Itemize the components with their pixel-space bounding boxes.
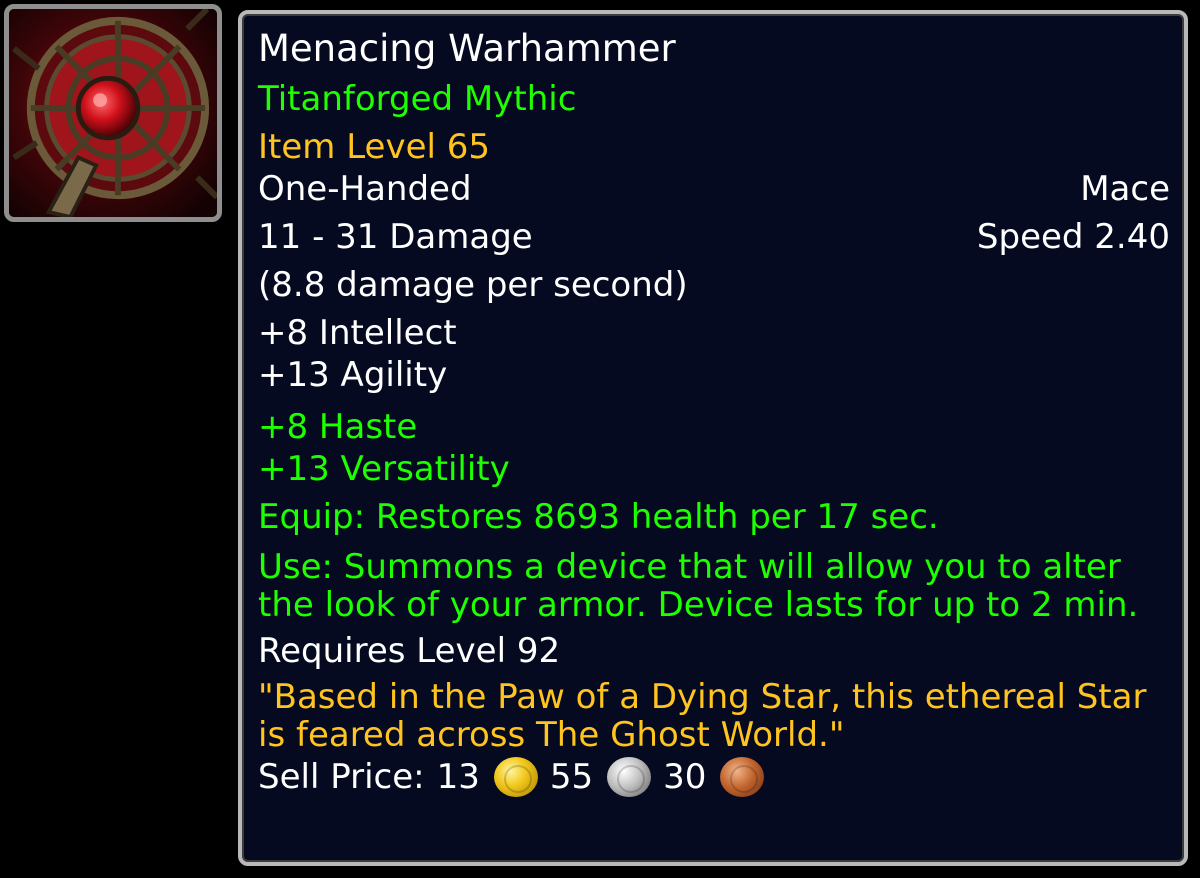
damage-speed-row: 11 - 31 Damage Speed 2.40 [258, 216, 1170, 258]
item-dps: (8.8 damage per second) [258, 265, 688, 305]
sell-gold-amount: 13 [436, 757, 480, 797]
sell-price: Sell Price: 13 55 30 [258, 756, 1170, 798]
silver-coin-icon [607, 757, 652, 797]
equip-effect: Equip: Restores 8693 health per 17 sec. [258, 497, 939, 537]
warhammer-icon [9, 9, 217, 217]
item-name: Menacing Warhammer [258, 27, 676, 70]
slot-type-row: One-Handed Mace [258, 168, 1170, 210]
item-damage: 11 - 31 Damage [258, 217, 533, 257]
item-icon-frame[interactable] [4, 4, 222, 222]
stat-agility: +13 Agility [258, 355, 448, 395]
item-tooltip: Menacing Warhammer Titanforged Mythic It… [238, 10, 1188, 866]
item-speed: Speed 2.40 [976, 217, 1170, 257]
stat-intellect: +8 Intellect [258, 313, 457, 353]
gold-coin-icon [493, 757, 538, 797]
item-slot: One-Handed [258, 169, 472, 209]
required-level: Requires Level 92 [258, 631, 561, 671]
stat-haste: +8 Haste [258, 407, 418, 447]
item-quality: Titanforged Mythic [258, 79, 577, 119]
copper-coin-icon [720, 757, 765, 797]
sell-silver-amount: 55 [549, 757, 594, 797]
sell-price-label: Sell Price: [258, 757, 425, 797]
use-effect: Use: Summons a device that will allow yo… [258, 547, 1139, 625]
stat-versatility: +13 Versatility [258, 449, 510, 489]
sell-copper-amount: 30 [663, 757, 707, 797]
item-type: Mace [1080, 169, 1170, 209]
item-level: Item Level 65 [258, 127, 491, 167]
flavor-text: "Based in the Paw of a Dying Star, this … [258, 677, 1147, 755]
